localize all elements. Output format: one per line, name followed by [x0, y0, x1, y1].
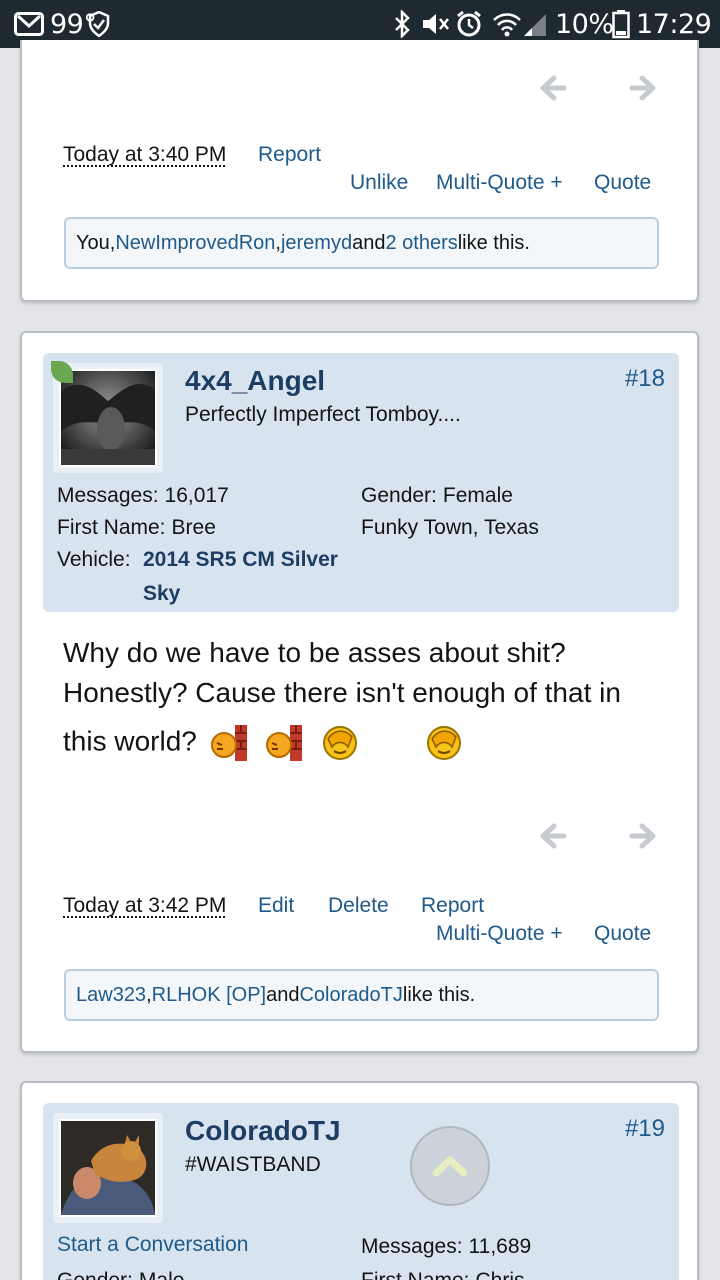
user-title: #WAISTBAND	[185, 1153, 321, 1176]
liker-link[interactable]: RLHOK [OP]	[152, 984, 266, 1007]
user-info-panel: ColoradoTJ #WAISTBAND #19 Start a Conver…	[43, 1103, 679, 1280]
edit-link[interactable]: Edit	[258, 894, 294, 918]
likes-others-link[interactable]: 2 others	[385, 232, 457, 255]
likes-summary: Law323 , RLHOK [OP] and ColoradoTJ like …	[64, 969, 659, 1021]
liker-link[interactable]: NewImprovedRon	[115, 232, 275, 255]
stat-location: Funky Town, Texas	[361, 516, 539, 539]
post-card-18: 4x4_Angel Perfectly Imperfect Tomboy....…	[20, 331, 699, 1053]
post-card-17: Today at 3:40 PM Report Unlike Multi-Quo…	[20, 40, 699, 302]
stat-first-name: First Name: Bree	[57, 516, 216, 540]
post-timestamp[interactable]: Today at 3:40 PM	[63, 143, 226, 167]
scroll-to-top-button[interactable]	[410, 1126, 490, 1206]
stat-messages: Messages: 11,689	[361, 1235, 531, 1259]
stat-value: Chris	[476, 1269, 525, 1280]
liker-link[interactable]: ColoradoTJ	[299, 984, 402, 1007]
stat-gender: Gender: Male	[57, 1269, 184, 1280]
chevron-up-icon	[432, 1156, 468, 1177]
post-card-19: ColoradoTJ #WAISTBAND #19 Start a Conver…	[20, 1081, 699, 1280]
stat-label: Gender:	[361, 484, 437, 507]
liker-link[interactable]: Law323	[76, 984, 146, 1007]
report-link[interactable]: Report	[421, 894, 484, 918]
stat-value: Bree	[171, 516, 216, 539]
post-number-link[interactable]: #19	[625, 1115, 665, 1143]
likes-suffix: like this.	[402, 983, 476, 1006]
vehicle-line: Sky	[143, 582, 181, 605]
likes-you: You,	[76, 231, 116, 254]
post-text-line: Why do we have to be asses about shit?	[63, 637, 566, 668]
stat-first-name: First Name: Chris	[361, 1269, 525, 1280]
report-link[interactable]: Report	[258, 143, 321, 167]
prev-arrow-icon[interactable]	[534, 70, 570, 106]
quote-link[interactable]: Quote	[594, 171, 651, 195]
stat-label: First Name:	[361, 1269, 470, 1280]
prev-arrow-icon[interactable]	[534, 818, 570, 854]
stat-vehicle-label: Vehicle:	[57, 548, 131, 571]
avatar-frame	[53, 1113, 163, 1223]
avatar[interactable]	[59, 1119, 157, 1217]
start-conversation-link[interactable]: Start a Conversation	[57, 1233, 248, 1257]
post-text-line-with-emoji: this world?	[63, 721, 663, 765]
unlike-link[interactable]: Unlike	[350, 171, 408, 195]
vehicle-line: 2014 SR5 CM Silver	[143, 548, 338, 571]
user-title: Perfectly Imperfect Tomboy....	[185, 403, 461, 426]
stat-value: 16,017	[164, 484, 229, 507]
likes-summary: You, NewImprovedRon , jeremyd and 2 othe…	[64, 217, 659, 269]
stat-gender: Gender: Female	[361, 484, 513, 508]
multi-quote-link[interactable]: Multi-Quote +	[436, 922, 563, 946]
delete-link[interactable]: Delete	[328, 894, 389, 918]
likes-suffix: like this.	[457, 231, 530, 254]
avatar[interactable]	[59, 369, 157, 467]
stat-label: First Name:	[57, 516, 166, 539]
headbang-wall-emoji-icon	[207, 721, 251, 765]
stat-value: Female	[442, 484, 513, 507]
facepalm-emoji-icon	[422, 721, 466, 765]
post-text: this world?	[63, 725, 197, 757]
post-message: Why do we have to be asses about shit? H…	[63, 633, 663, 765]
likes-and: and	[352, 231, 386, 254]
post-number-link[interactable]: #18	[625, 365, 665, 393]
stat-label: Messages:	[361, 1235, 463, 1258]
stat-label: Messages:	[57, 484, 159, 507]
liker-link[interactable]: jeremyd	[281, 232, 352, 255]
stat-messages: Messages: 16,017	[57, 484, 229, 508]
quote-link[interactable]: Quote	[594, 922, 651, 946]
next-arrow-icon[interactable]	[626, 70, 662, 106]
stat-value: 11,689	[468, 1235, 532, 1258]
multi-quote-link[interactable]: Multi-Quote +	[436, 171, 563, 195]
username-link[interactable]: 4x4_Angel	[185, 365, 325, 397]
likes-and: and	[266, 983, 300, 1006]
vehicle-link[interactable]: 2014 SR5 CM Silver Sky	[143, 548, 338, 606]
username-link[interactable]: ColoradoTJ	[185, 1115, 341, 1147]
post-timestamp[interactable]: Today at 3:42 PM	[63, 894, 226, 918]
stat-value: Male	[139, 1269, 185, 1280]
user-info-panel: 4x4_Angel Perfectly Imperfect Tomboy....…	[43, 353, 679, 612]
facepalm-emoji-icon	[318, 721, 362, 765]
post-text-line: Honestly? Cause there isn't enough of th…	[63, 677, 621, 708]
next-arrow-icon[interactable]	[626, 818, 662, 854]
stat-label: Gender:	[57, 1269, 133, 1280]
headbang-wall-emoji-icon	[262, 721, 306, 765]
